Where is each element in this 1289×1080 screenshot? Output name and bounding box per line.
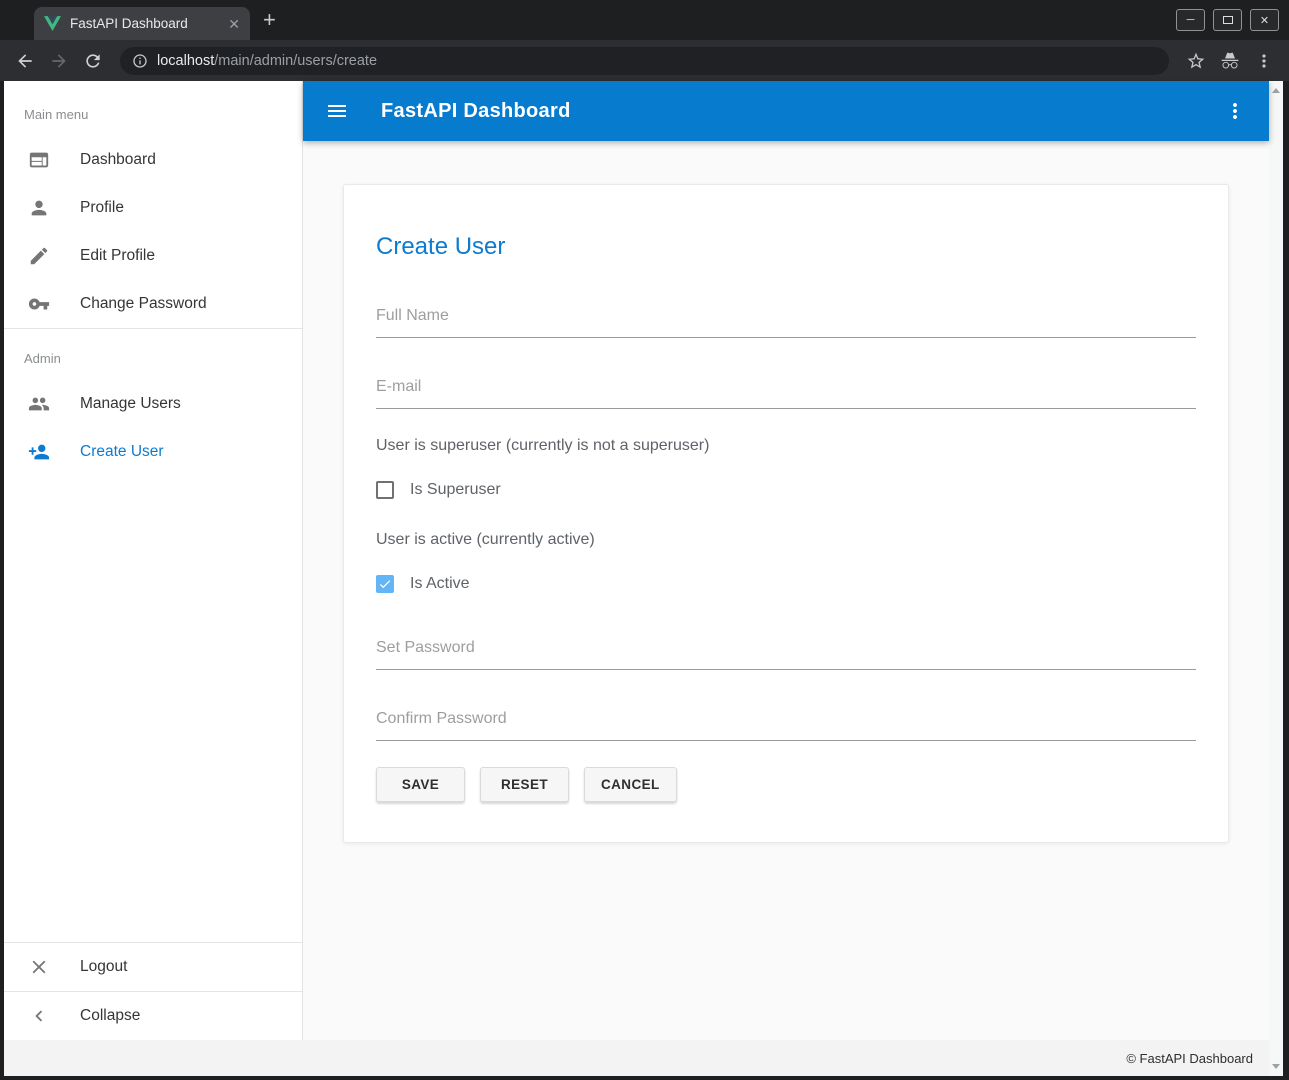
key-icon — [28, 293, 50, 315]
url-host: localhost — [157, 53, 214, 69]
footer: © FastAPI Dashboard — [4, 1040, 1269, 1076]
maximize-icon — [1223, 16, 1233, 24]
tab-title: FastAPI Dashboard — [70, 16, 219, 31]
close-button[interactable]: ✕ — [1250, 9, 1279, 31]
save-button[interactable]: SAVE — [376, 767, 465, 802]
browser-tab[interactable]: FastAPI Dashboard ✕ — [34, 7, 250, 40]
is-active-checkbox[interactable] — [376, 575, 394, 593]
is-superuser-label: Is Superuser — [410, 481, 501, 499]
sidebar-bottom: Logout Collapse — [4, 942, 302, 1040]
sidebar-item-label: Profile — [80, 199, 124, 217]
page-title: Create User — [376, 233, 1196, 261]
check-icon — [378, 576, 392, 592]
sidebar-item-label: Manage Users — [80, 395, 181, 413]
sidebar-section-admin: Admin — [4, 329, 302, 380]
bookmark-star-icon[interactable] — [1181, 46, 1211, 76]
url-text: localhost/main/admin/users/create — [157, 53, 377, 69]
appbar: FastAPI Dashboard — [303, 81, 1269, 141]
footer-copyright: © FastAPI Dashboard — [1126, 1051, 1253, 1066]
sidebar-item-profile[interactable]: Profile — [4, 184, 302, 232]
sidebar-item-create-user[interactable]: Create User — [4, 428, 302, 476]
back-button[interactable] — [10, 46, 40, 76]
appbar-title: FastAPI Dashboard — [381, 100, 571, 123]
url-bar[interactable]: localhost/main/admin/users/create — [120, 47, 1169, 75]
create-user-card: Create User User is superuser (currently… — [343, 184, 1229, 843]
is-active-checkbox-row[interactable]: Is Active — [376, 575, 1196, 593]
superuser-hint: User is superuser (currently is not a su… — [376, 437, 1196, 455]
sidebar-item-dashboard[interactable]: Dashboard — [4, 136, 302, 184]
hamburger-menu-icon[interactable] — [325, 99, 349, 123]
scrollbar-down-arrow-icon[interactable] — [1272, 1064, 1280, 1069]
browser-toolbar: localhost/main/admin/users/create — [0, 40, 1289, 81]
people-icon — [28, 393, 50, 415]
sidebar-section-main-menu: Main menu — [4, 85, 302, 136]
is-superuser-checkbox[interactable] — [376, 481, 394, 499]
sidebar: Main menu Dashboard Profile — [4, 81, 303, 1040]
dashboard-icon — [28, 149, 50, 171]
maximize-button[interactable] — [1213, 9, 1242, 31]
main-area: FastAPI Dashboard Create User User is su… — [303, 81, 1269, 1040]
page-content: Create User User is superuser (currently… — [303, 141, 1269, 1040]
reset-button[interactable]: RESET — [480, 767, 569, 802]
url-path: /main/admin/users/create — [214, 53, 377, 69]
sidebar-item-logout[interactable]: Logout — [4, 943, 302, 991]
sidebar-item-collapse[interactable]: Collapse — [4, 992, 302, 1040]
page-scrollbar[interactable] — [1269, 81, 1283, 1076]
scrollbar-up-arrow-icon[interactable] — [1272, 88, 1280, 93]
sidebar-item-label: Collapse — [80, 1007, 140, 1025]
app-viewport: Main menu Dashboard Profile — [4, 81, 1283, 1076]
person-icon — [28, 197, 50, 219]
window-controls: ─ ✕ — [1176, 9, 1279, 31]
active-hint: User is active (currently active) — [376, 531, 1196, 549]
set-password-field[interactable] — [376, 639, 1196, 670]
forward-button[interactable] — [44, 46, 74, 76]
pencil-icon — [28, 245, 50, 267]
appbar-kebab-menu-icon[interactable] — [1223, 99, 1247, 123]
tab-close-icon[interactable]: ✕ — [228, 17, 240, 31]
chevron-left-icon — [28, 1005, 50, 1027]
minimize-button[interactable]: ─ — [1176, 9, 1205, 31]
is-superuser-checkbox-row[interactable]: Is Superuser — [376, 481, 1196, 499]
confirm-password-field[interactable] — [376, 710, 1196, 741]
sidebar-item-label: Edit Profile — [80, 247, 155, 265]
sidebar-item-label: Change Password — [80, 295, 207, 313]
sidebar-item-label: Dashboard — [80, 151, 156, 169]
cancel-button[interactable]: CANCEL — [584, 767, 677, 802]
browser-menu-icon[interactable] — [1249, 46, 1279, 76]
new-tab-button[interactable]: + — [263, 10, 276, 30]
sidebar-item-manage-users[interactable]: Manage Users — [4, 380, 302, 428]
person-add-icon — [28, 441, 50, 463]
form-actions: SAVE RESET CANCEL — [376, 767, 1196, 802]
incognito-icon — [1215, 46, 1245, 76]
sidebar-item-edit-profile[interactable]: Edit Profile — [4, 232, 302, 280]
site-info-icon[interactable] — [132, 53, 148, 69]
email-field[interactable] — [376, 378, 1196, 409]
reload-button[interactable] — [78, 46, 108, 76]
sidebar-item-label: Create User — [80, 443, 164, 461]
sidebar-item-label: Logout — [80, 958, 127, 976]
is-active-label: Is Active — [410, 575, 470, 593]
full-name-field[interactable] — [376, 307, 1196, 338]
sidebar-item-change-password[interactable]: Change Password — [4, 280, 302, 328]
browser-titlebar: FastAPI Dashboard ✕ + ─ ✕ — [0, 0, 1289, 40]
close-x-icon — [28, 956, 50, 978]
vue-logo-icon — [44, 16, 61, 31]
